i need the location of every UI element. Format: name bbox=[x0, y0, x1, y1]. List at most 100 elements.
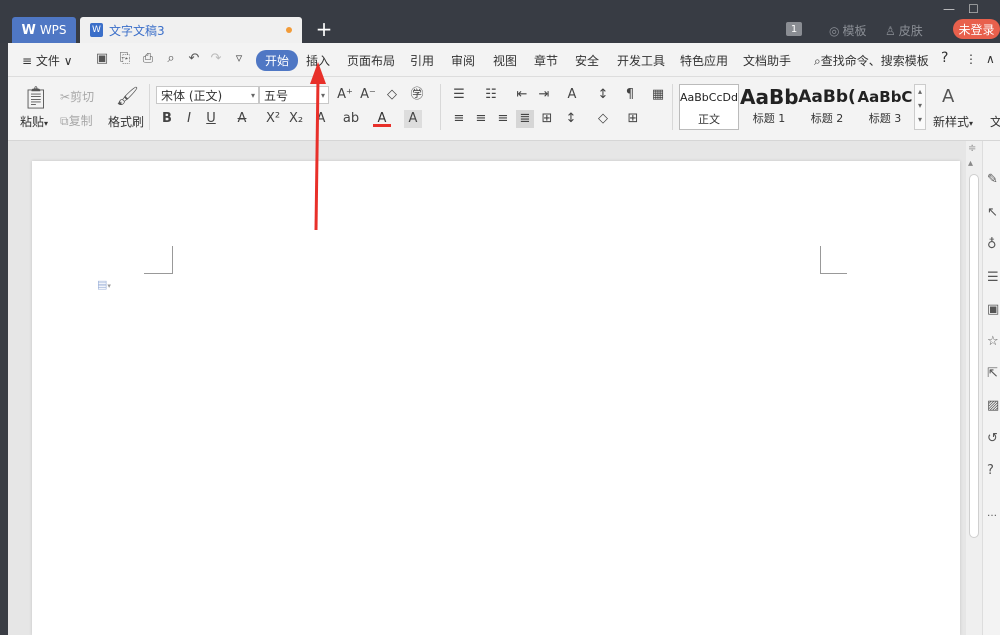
library-icon[interactable]: ▣ bbox=[987, 302, 1000, 318]
distributed-icon[interactable]: ⊞ bbox=[538, 110, 556, 128]
wps-tab-label: WPS bbox=[39, 23, 67, 37]
tab-developer[interactable]: 开发工具 bbox=[617, 52, 665, 69]
wps-home-tab[interactable]: W WPS bbox=[12, 17, 76, 43]
tab-view[interactable]: 视图 bbox=[493, 52, 517, 69]
history-icon[interactable]: ↺ bbox=[987, 431, 1000, 447]
paste-button[interactable]: 粘贴▾ bbox=[20, 113, 48, 130]
share-icon[interactable]: ⇱ bbox=[987, 366, 1000, 382]
tab-features[interactable]: 特色应用 bbox=[680, 52, 728, 69]
arrow-head bbox=[310, 62, 326, 84]
align-center-icon[interactable]: ≡ bbox=[472, 110, 490, 128]
redo-icon[interactable]: ↷ bbox=[208, 51, 224, 67]
help-button[interactable]: ? bbox=[941, 50, 948, 66]
star-icon[interactable]: ☆ bbox=[987, 334, 1000, 350]
tab-page-layout[interactable]: 页面布局 bbox=[347, 52, 395, 69]
strikethrough-icon[interactable]: A bbox=[233, 110, 251, 128]
text-direction-icon[interactable]: A bbox=[563, 86, 581, 104]
document-page[interactable] bbox=[32, 161, 960, 635]
document-tab[interactable]: W 文字文稿3 bbox=[80, 17, 302, 43]
minimize-icon[interactable]: — bbox=[943, 2, 955, 16]
bullet-list-icon[interactable]: ☰ bbox=[450, 86, 468, 104]
style-scroll-icon[interactable]: ▴ ▾ ▾ bbox=[914, 84, 926, 130]
scrollbar-thumb[interactable] bbox=[969, 174, 979, 538]
skin-link[interactable]: ♙ 皮肤 bbox=[885, 22, 923, 39]
increase-indent-icon[interactable]: ⇥ bbox=[535, 86, 553, 104]
borders-icon[interactable]: ⊞ bbox=[624, 110, 642, 128]
cursor-icon[interactable]: ↖ bbox=[987, 205, 1000, 221]
sort-icon[interactable]: ↕ bbox=[594, 86, 612, 104]
template-icon: ◎ bbox=[829, 23, 840, 38]
scroll-up-icon[interactable]: ▴ bbox=[968, 158, 973, 169]
left-edge bbox=[0, 43, 8, 635]
show-marks-icon[interactable]: ¶ bbox=[621, 86, 639, 104]
cut-button[interactable]: ✂剪切 bbox=[60, 88, 94, 105]
numbered-list-icon[interactable]: ☷ bbox=[482, 86, 500, 104]
customize-toolbar-icon[interactable]: ▿ bbox=[231, 51, 247, 67]
style-normal[interactable]: AaBbCcDd 正文 bbox=[679, 84, 739, 130]
template-label: 模板 bbox=[842, 24, 867, 38]
login-button[interactable]: 未登录 bbox=[953, 19, 1000, 39]
tab-references[interactable]: 引用 bbox=[410, 52, 434, 69]
paragraph-layout-icon[interactable]: ▤▾ bbox=[97, 278, 111, 291]
style-heading-1[interactable]: AaBb 标题 1 bbox=[740, 84, 798, 128]
split-icon[interactable]: ≑ bbox=[968, 143, 976, 154]
highlight-icon[interactable]: ab bbox=[342, 110, 360, 128]
shrink-font-icon[interactable]: A⁻ bbox=[359, 86, 377, 104]
style-heading-2[interactable]: AaBb( 标题 2 bbox=[798, 84, 856, 128]
more-icon[interactable]: … bbox=[987, 508, 1000, 524]
margin-corner-top-left bbox=[144, 246, 173, 274]
align-left-icon[interactable]: ≡ bbox=[450, 110, 468, 128]
file-menu[interactable]: ≡ 文件 ∨ bbox=[22, 52, 73, 69]
font-name-select[interactable]: 宋体 (正文) ▾ bbox=[156, 86, 259, 104]
justify-icon[interactable]: ≣ bbox=[516, 110, 534, 128]
search-icon: ⌕ bbox=[814, 54, 821, 68]
print-icon[interactable]: ⎙ bbox=[140, 51, 156, 67]
decrease-indent-icon[interactable]: ⇤ bbox=[513, 86, 531, 104]
help-icon[interactable]: ? bbox=[987, 463, 1000, 479]
command-search[interactable]: ⌕查找命令、搜索模板 bbox=[814, 52, 929, 69]
copy-button[interactable]: ⧉复制 bbox=[60, 112, 93, 129]
pen-icon[interactable]: ✎ bbox=[987, 172, 1000, 188]
save-icon[interactable]: ▣ bbox=[94, 51, 110, 67]
window-count-badge[interactable]: 1 bbox=[786, 22, 802, 36]
align-right-icon[interactable]: ≡ bbox=[494, 110, 512, 128]
style-preview: AaBbC bbox=[857, 88, 913, 106]
italic-icon[interactable]: I bbox=[180, 110, 198, 128]
tab-doc-assistant[interactable]: 文档助手 bbox=[743, 52, 791, 69]
tab-home[interactable]: 开始 bbox=[256, 50, 299, 71]
image-icon[interactable]: ▨ bbox=[987, 398, 1000, 414]
char-shading-icon[interactable]: A bbox=[404, 110, 422, 128]
settings-sliders-icon[interactable]: ☰ bbox=[987, 270, 1000, 286]
print-preview-icon[interactable]: ⌕ bbox=[163, 51, 179, 67]
export-icon[interactable]: ⎘ bbox=[117, 51, 133, 67]
style-label: 标题 2 bbox=[810, 112, 844, 125]
underline-icon[interactable]: U bbox=[202, 110, 220, 128]
clear-format-icon[interactable]: ◇ bbox=[383, 86, 401, 104]
ribbon-divider bbox=[440, 84, 441, 130]
tab-chapter[interactable]: 章节 bbox=[534, 52, 558, 69]
pinyin-icon[interactable]: ㊫ bbox=[408, 86, 426, 104]
format-painter-button[interactable]: 格式刷 bbox=[108, 113, 144, 130]
new-style-icon: A bbox=[942, 86, 955, 107]
shapes-icon[interactable]: ♁ bbox=[987, 237, 1000, 253]
more-options-icon[interactable]: ⋮ bbox=[965, 52, 977, 66]
shading-icon[interactable]: ◇ bbox=[594, 110, 612, 128]
font-color-icon[interactable]: A bbox=[373, 110, 391, 127]
style-preview: AaBbCcDd bbox=[680, 91, 738, 104]
line-spacing-icon[interactable]: ↕ bbox=[562, 110, 580, 128]
margin-corner-top-right bbox=[820, 246, 847, 274]
new-tab-button[interactable]: + bbox=[314, 19, 334, 39]
table-borders-icon[interactable]: ▦ bbox=[649, 86, 667, 104]
superscript-icon[interactable]: X² bbox=[264, 110, 282, 128]
template-link[interactable]: ◎ 模板 bbox=[829, 22, 867, 39]
paste-label: 粘贴 bbox=[20, 115, 45, 129]
text-tools-button[interactable]: 文 bbox=[990, 113, 1000, 130]
tab-security[interactable]: 安全 bbox=[575, 52, 599, 69]
maximize-icon[interactable]: ☐ bbox=[968, 2, 979, 16]
undo-icon[interactable]: ↶ bbox=[186, 51, 202, 67]
tab-review[interactable]: 审阅 bbox=[451, 52, 475, 69]
style-heading-3[interactable]: AaBbC 标题 3 bbox=[856, 84, 914, 128]
collapse-ribbon-icon[interactable]: ∧ bbox=[986, 52, 995, 66]
new-style-button[interactable]: 新样式▾ bbox=[933, 113, 973, 130]
bold-icon[interactable]: B bbox=[158, 110, 176, 128]
